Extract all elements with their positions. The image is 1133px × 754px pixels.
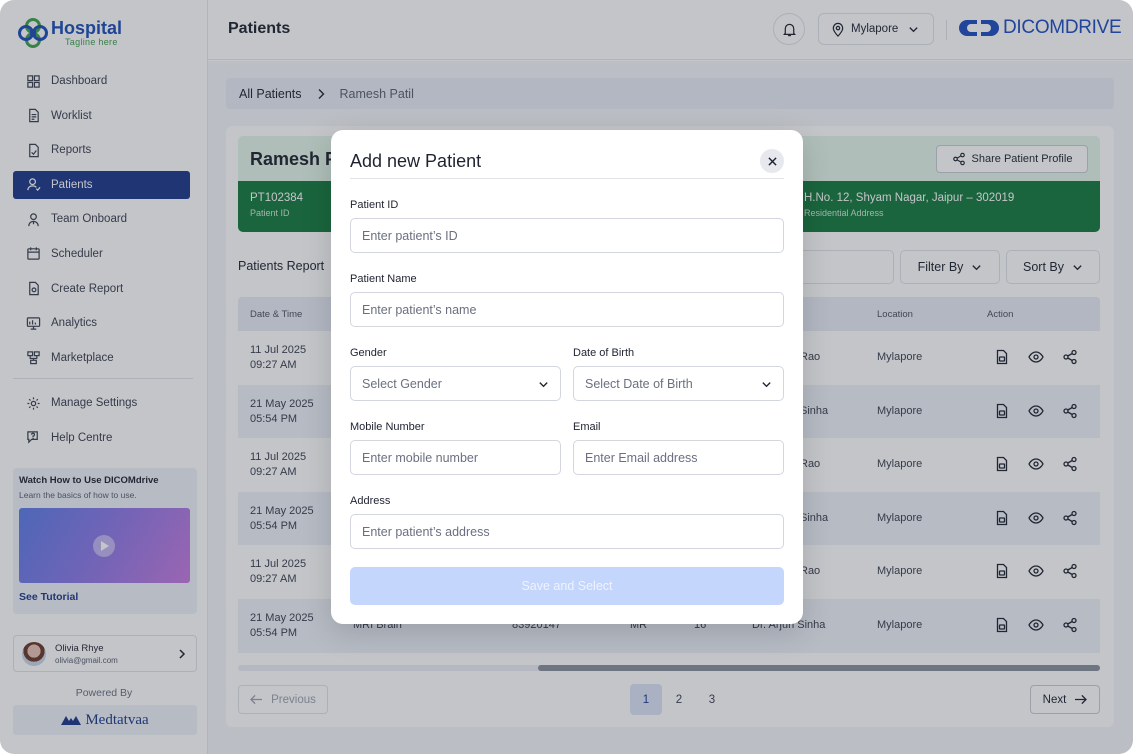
add-patient-modal: Add new Patient Patient ID Enter patient…	[331, 130, 803, 624]
dob-field-label: Date of Birth	[573, 347, 635, 359]
patient-name-field-label: Patient Name	[350, 273, 417, 285]
close-button[interactable]	[760, 149, 784, 173]
mobile-placeholder: Enter mobile number	[362, 450, 479, 465]
gender-placeholder: Select Gender	[362, 376, 442, 391]
email-placeholder: Enter Email address	[585, 450, 698, 465]
chevron-down-icon	[539, 382, 548, 388]
patient-id-field-label: Patient ID	[350, 199, 399, 211]
patient-id-field[interactable]: Enter patient’s ID	[350, 218, 784, 253]
address-field[interactable]: Enter patient’s address	[350, 514, 784, 549]
save-and-select-button[interactable]: Save and Select	[350, 567, 784, 605]
gender-field-label: Gender	[350, 347, 387, 359]
patient-name-placeholder: Enter patient’s name	[362, 302, 477, 317]
address-field-label: Address	[350, 495, 391, 507]
email-field-label: Email	[573, 421, 601, 433]
email-field[interactable]: Enter Email address	[573, 440, 784, 475]
modal-title: Add new Patient	[350, 151, 482, 171]
dob-select[interactable]: Select Date of Birth	[573, 366, 784, 401]
modal-divider	[350, 178, 784, 179]
mobile-field[interactable]: Enter mobile number	[350, 440, 561, 475]
address-placeholder: Enter patient’s address	[362, 524, 490, 539]
patient-name-field[interactable]: Enter patient’s name	[350, 292, 784, 327]
mobile-field-label: Mobile Number	[350, 421, 425, 433]
gender-select[interactable]: Select Gender	[350, 366, 561, 401]
dob-placeholder: Select Date of Birth	[585, 376, 693, 391]
app-window: H Hospital Tagline here Dashboard Workli…	[0, 0, 1133, 754]
patient-id-placeholder: Enter patient’s ID	[362, 228, 458, 243]
chevron-down-icon	[762, 382, 771, 388]
close-icon	[767, 156, 777, 166]
